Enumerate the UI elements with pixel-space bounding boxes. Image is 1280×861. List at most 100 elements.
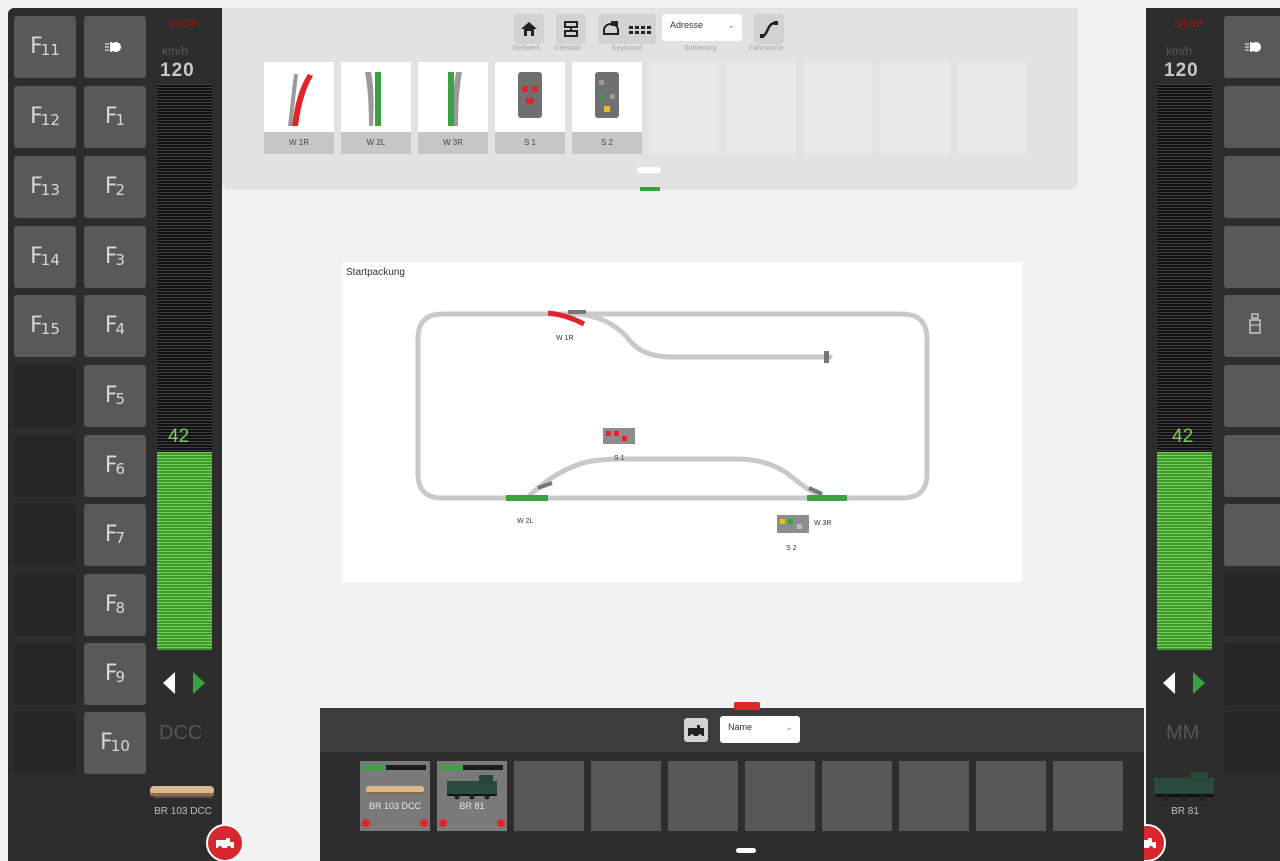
chevron-down-icon: ⌄: [727, 20, 735, 30]
current-speed-label: 42: [1172, 426, 1194, 447]
function-button-f8[interactable]: F8: [84, 574, 146, 636]
function-button-f15[interactable]: F 15: [14, 295, 76, 357]
track-passing-loop: [524, 456, 830, 501]
function-button-f9[interactable]: F9: [84, 643, 146, 705]
max-speed-label: 120: [1164, 60, 1199, 81]
function-button-f12[interactable]: F 12: [14, 86, 76, 148]
keyboard-icon: [603, 21, 651, 35]
loco-tile-empty[interactable]: [745, 761, 815, 831]
article-tile[interactable]: W 1R: [264, 62, 334, 154]
loco-sort-select[interactable]: Name ⌄: [720, 716, 800, 743]
article-sort-select[interactable]: Adresse ⌄: [662, 14, 742, 41]
loco-tile-empty[interactable]: [899, 761, 969, 831]
loco-tile[interactable]: BR 81: [437, 761, 507, 831]
function-button-f7[interactable]: F7: [84, 504, 146, 566]
toolbar-caption: Stellwerk: [512, 45, 541, 52]
page-indicator[interactable]: [736, 848, 756, 853]
article-tile[interactable]: S 2: [572, 62, 642, 154]
protocol-label: DCC: [159, 722, 203, 744]
stop-label[interactable]: STOP: [1174, 18, 1204, 30]
turnout-label-w3: W 3R: [814, 520, 832, 527]
layout-button[interactable]: [556, 14, 586, 44]
function-button-f4[interactable]: F4: [84, 295, 146, 357]
function-button-empty[interactable]: [1224, 86, 1280, 148]
article-label: W 2L: [341, 132, 411, 154]
loco-tile[interactable]: BR 103 DCC: [360, 761, 430, 831]
loco-tile-empty[interactable]: [822, 761, 892, 831]
track-siding: [574, 311, 833, 360]
coal-function-button[interactable]: [1224, 295, 1280, 357]
route-button[interactable]: [754, 14, 784, 44]
loco-tile-empty[interactable]: [514, 761, 584, 831]
function-button-f6[interactable]: F6: [84, 435, 146, 497]
locomotive-icon: [688, 725, 704, 738]
function-button-f2[interactable]: F2: [84, 156, 146, 218]
function-button-f10[interactable]: F 10: [84, 712, 146, 774]
function-button-f3[interactable]: F3: [84, 226, 146, 288]
function-button-empty[interactable]: [1224, 156, 1280, 218]
loco-name-label: BR 81: [1171, 806, 1199, 817]
article-tile[interactable]: W 3R: [418, 62, 488, 154]
sort-select-caption: Sortierung: [684, 45, 717, 52]
signal-s2[interactable]: [777, 515, 809, 533]
article-tile-empty[interactable]: [957, 62, 1027, 154]
article-tile-empty[interactable]: [726, 62, 796, 154]
protocol-label: MM: [1166, 722, 1200, 744]
panel-drag-handle[interactable]: [734, 702, 760, 710]
sort-select-value: Name: [728, 722, 753, 732]
speed-level-bar: [1157, 451, 1212, 650]
loco-speed-indicator: [441, 765, 503, 770]
speed-slider[interactable]: [157, 84, 212, 650]
function-button-empty[interactable]: [1224, 435, 1280, 497]
light-function-button[interactable]: [1224, 16, 1280, 78]
keyboard-button[interactable]: [598, 14, 656, 44]
function-button-empty[interactable]: [1224, 504, 1280, 566]
direction-forward-button[interactable]: [1193, 672, 1205, 694]
signal-s1[interactable]: [603, 428, 635, 444]
turnout-label-w2: W 2L: [517, 518, 534, 525]
function-button-empty[interactable]: [1224, 365, 1280, 427]
article-tile[interactable]: S 1: [495, 62, 565, 154]
article-tile-empty[interactable]: [803, 62, 873, 154]
function-button-f11[interactable]: F 11: [14, 16, 76, 78]
loco-list-button[interactable]: [206, 824, 244, 861]
loco-tile-empty[interactable]: [1053, 761, 1123, 831]
right-loco-panel: STOP km/h 120 42 MM BR 81: [1128, 8, 1280, 861]
speed-slider[interactable]: [1157, 84, 1212, 650]
turnout-right-icon: [448, 72, 462, 126]
function-button-empty[interactable]: [1224, 226, 1280, 288]
app-root: F 11 F 12 F 13 F 14 F 15 F1 F2 F3 F4 F5 F6 F7…: [0, 0, 1280, 861]
direction-forward-button[interactable]: [193, 672, 205, 694]
turnout-w3-green[interactable]: [807, 495, 847, 501]
function-button-f13[interactable]: F 13: [14, 156, 76, 218]
home-icon: [521, 22, 537, 36]
loco-tile-empty[interactable]: [976, 761, 1046, 831]
turnout-right-icon: [288, 74, 313, 126]
add-loco-button[interactable]: [684, 718, 708, 742]
light-function-button[interactable]: [84, 16, 146, 78]
loco-tile-empty[interactable]: [668, 761, 738, 831]
article-tile-empty[interactable]: [649, 62, 719, 154]
loco-tile-empty[interactable]: [591, 761, 661, 831]
page-indicator[interactable]: [637, 167, 661, 173]
function-button-f14[interactable]: F 14: [14, 226, 76, 288]
function-button-f5[interactable]: F5: [84, 365, 146, 427]
direction-reverse-button[interactable]: [1163, 672, 1175, 694]
loco-status-dot: [420, 819, 428, 827]
function-button-f1[interactable]: F1: [84, 86, 146, 148]
function-slot-empty: [14, 712, 76, 774]
loco-status-dot: [362, 819, 370, 827]
signal-label-s2: S 2: [786, 545, 797, 552]
stop-label[interactable]: STOP: [168, 18, 198, 30]
article-tile[interactable]: W 2L: [341, 62, 411, 154]
direction-reverse-button[interactable]: [163, 672, 175, 694]
panel-drag-handle[interactable]: [640, 187, 660, 191]
track-plan-diagram: [415, 310, 930, 533]
turnout-w2-green[interactable]: [506, 495, 548, 501]
function-slot-empty: [1224, 643, 1280, 705]
turnout-label-w1: W 1R: [556, 335, 574, 342]
home-button[interactable]: [514, 14, 544, 44]
function-slot-empty: [14, 574, 76, 636]
article-tile-empty[interactable]: [880, 62, 950, 154]
function-slot-empty: [1224, 712, 1280, 774]
